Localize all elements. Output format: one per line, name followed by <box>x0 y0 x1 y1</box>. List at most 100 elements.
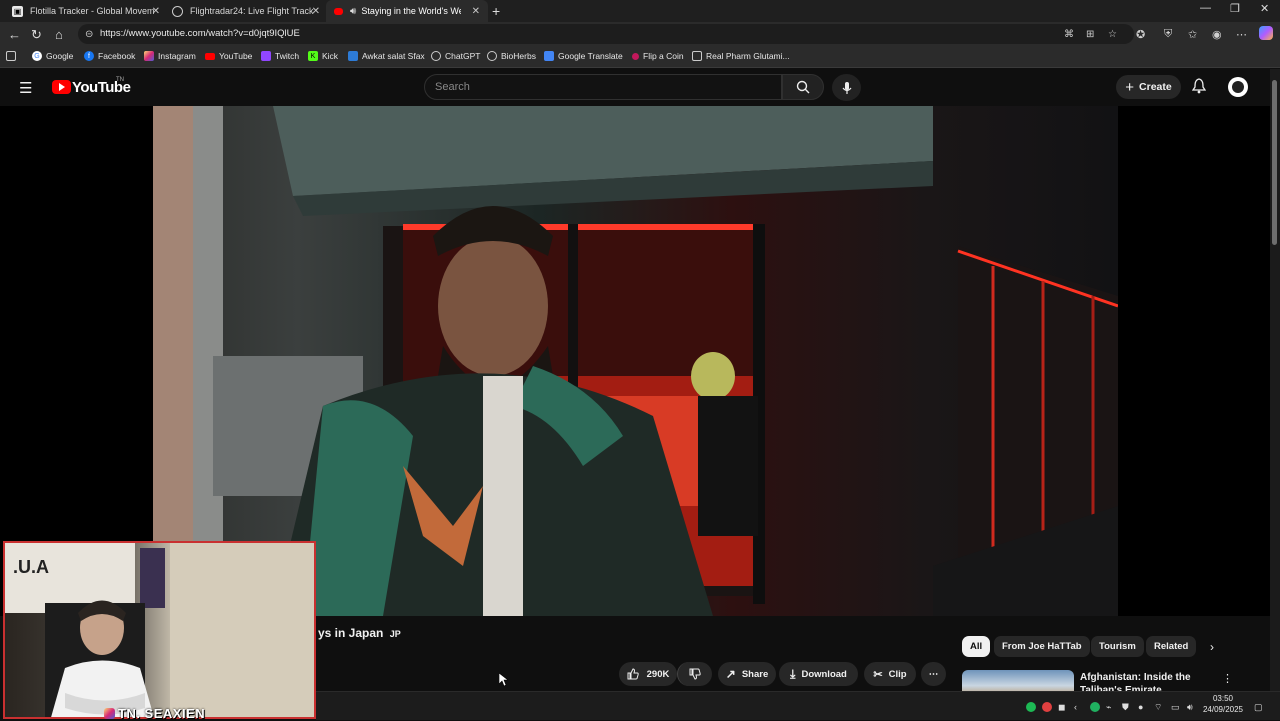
favorite-star-icon[interactable]: ☆ <box>1108 29 1117 40</box>
chip-all[interactable]: All <box>962 636 991 657</box>
collections-icon[interactable] <box>6 51 20 61</box>
tray-arrow-icon[interactable]: ‹ <box>1074 702 1077 712</box>
region-code: TN <box>116 77 124 83</box>
chip-tourism[interactable]: Tourism <box>1091 636 1144 657</box>
bookmark-label: BioHerbs <box>501 51 536 61</box>
bookmark-real-pharm[interactable]: Real Pharm Glutami... <box>692 51 790 61</box>
chevron-right-icon[interactable]: › <box>1210 640 1214 654</box>
favorites-icon[interactable]: ✩ <box>1188 28 1197 41</box>
bookmark-flip-a-coin[interactable]: Flip a Coin <box>632 51 684 61</box>
extensions-icon[interactable]: ✪ <box>1136 28 1145 41</box>
app-available-icon[interactable]: ⊞ <box>1086 29 1094 40</box>
create-label: Create <box>1139 81 1172 93</box>
close-tab-icon[interactable]: ✕ <box>152 6 160 17</box>
translate-icon[interactable]: ⌘ <box>1064 29 1074 40</box>
bookmark-twitch[interactable]: Twitch <box>261 51 299 61</box>
bookmark-label: Twitch <box>275 51 300 61</box>
bookmark-google[interactable]: G Google <box>32 51 73 61</box>
bookmark-youtube[interactable]: YouTube <box>205 51 252 61</box>
tab-flightradar[interactable]: Flightradar24: Live Flight Tracker ✕ <box>164 0 328 22</box>
bookmark-google-translate[interactable]: Google Translate <box>544 51 623 61</box>
tray-shield-icon[interactable]: ⛊ <box>1122 702 1129 713</box>
dislike-button[interactable] <box>677 662 712 686</box>
download-label: Download <box>801 668 847 680</box>
mouse-cursor-icon <box>499 673 508 687</box>
close-tab-icon[interactable]: ✕ <box>472 6 480 17</box>
recommendation-title[interactable]: Afghanistan: Inside the Taliban's Emirat… <box>1080 671 1220 693</box>
more-menu-icon[interactable]: ⋯ <box>1236 28 1247 41</box>
copilot-icon[interactable] <box>1259 26 1273 40</box>
spotify-icon[interactable] <box>1026 702 1036 712</box>
share-button[interactable]: ↗ Share <box>718 662 776 686</box>
bookmark-facebook[interactable]: f Facebook <box>84 51 135 61</box>
notifications-bell-icon[interactable] <box>1191 78 1207 97</box>
chip-related[interactable]: Related <box>1146 636 1197 657</box>
address-bar[interactable]: ⊝ https://www.youtube.com/watch?v=d0jqt9… <box>78 24 1134 44</box>
scrollbar-thumb[interactable] <box>1272 80 1277 245</box>
tray-game-icon[interactable]: ◼ <box>1058 702 1065 713</box>
site-info-icon[interactable]: ⊝ <box>85 29 93 40</box>
create-button[interactable]: + Create <box>1116 75 1181 99</box>
extension-shield-icon[interactable]: ⛨ <box>1164 28 1172 41</box>
like-button[interactable]: 290K <box>619 662 677 686</box>
bookmark-kick[interactable]: K Kick <box>308 51 338 61</box>
bookmark-instagram[interactable]: Instagram <box>144 51 196 61</box>
system-clock[interactable]: 03:50 24/09/2025 <box>1198 693 1248 715</box>
globe-icon <box>172 5 183 17</box>
bookmark-label: Flip a Coin <box>643 51 684 61</box>
bookmark-chatgpt[interactable]: ChatGPT <box>431 51 480 61</box>
tray-app-icon[interactable] <box>1042 702 1052 712</box>
notification-center-icon[interactable]: ▢ <box>1254 702 1263 713</box>
search-input[interactable]: Search <box>424 74 782 100</box>
share-arrow-icon: ↗ <box>725 667 736 681</box>
back-arrow-icon[interactable]: ← <box>8 27 21 42</box>
flag-label: JP <box>389 629 401 639</box>
profile-avatar-icon[interactable]: ◉ <box>1212 28 1222 41</box>
volume-icon[interactable]: 🔊︎ <box>1187 702 1193 713</box>
bookmark-label: Kick <box>322 51 339 61</box>
tab-label: Flotilla Tracker - Global Movement <box>30 6 154 16</box>
search-icon <box>796 80 810 94</box>
tray-mic-icon[interactable]: ● <box>1138 702 1143 712</box>
browser-toolbar: ← ↻ ⌂ ⊝ https://www.youtube.com/watch?v=… <box>0 22 1280 47</box>
reload-icon[interactable]: ↻ <box>31 27 42 43</box>
new-tab-plus-icon[interactable]: + <box>492 3 500 19</box>
google-icon: G <box>32 51 42 61</box>
maximize-icon[interactable]: ❐ <box>1230 2 1240 15</box>
svg-text:.U.A: .U.A <box>13 557 49 577</box>
video-player[interactable] <box>0 106 1270 616</box>
close-window-icon[interactable]: ✕ <box>1260 2 1269 15</box>
chip-from-channel[interactable]: From Joe HaTTab <box>994 636 1090 657</box>
tab-youtube-video[interactable]: 🔊︎ Staying in the World's Weirdest ✕ <box>326 0 488 22</box>
url-text[interactable]: https://www.youtube.com/watch?v=d0jqt9IQ… <box>100 28 300 39</box>
more-actions-button[interactable]: ⋯ <box>921 662 946 686</box>
video-frame[interactable] <box>153 106 1118 616</box>
voice-search-button[interactable] <box>832 74 861 101</box>
bookmarks-bar: G Google f Facebook Instagram YouTube Twit… <box>0 47 1280 68</box>
search-button[interactable] <box>782 74 824 100</box>
download-button[interactable]: ⤓ Download <box>779 662 858 686</box>
home-icon[interactable]: ⌂ <box>55 27 63 42</box>
search-placeholder: Search <box>435 81 470 93</box>
hamburger-menu-icon[interactable]: ☰ <box>19 79 32 97</box>
tab-flotilla-tracker[interactable]: ▣ Flotilla Tracker - Global Movement ✕ <box>4 0 168 22</box>
webcam-image: .U.A <box>5 543 314 717</box>
windows-taskbar: ◼ ‹ ⌁ ⛊ ● ⌔ ▭ 🔊︎ ▢ <box>316 691 1280 720</box>
network-icon[interactable]: ▭ <box>1171 702 1180 713</box>
more-vertical-icon[interactable]: ⋮ <box>1222 672 1233 685</box>
youtube-logo-icon[interactable] <box>52 80 71 94</box>
speaker-playing-icon[interactable]: 🔊︎ <box>350 6 356 17</box>
bookmark-bioherbs[interactable]: BioHerbs <box>487 51 536 61</box>
youtube-favicon-icon <box>334 7 343 15</box>
account-avatar-icon[interactable] <box>1228 77 1248 97</box>
wifi-icon[interactable]: ⌔ <box>1154 702 1162 713</box>
bookmark-awkat-salat[interactable]: Awkat salat Sfax <box>348 51 425 61</box>
clip-button[interactable]: ✂ Clip <box>864 662 916 686</box>
tray-bolt-icon[interactable]: ⌁ <box>1106 702 1111 713</box>
download-icon: ⤓ <box>790 666 796 681</box>
streamer-handle: TN. SEAXIEN <box>104 706 205 721</box>
minimize-icon[interactable]: — <box>1200 2 1211 14</box>
plus-icon: + <box>1125 78 1135 96</box>
tray-green-icon[interactable] <box>1090 702 1100 712</box>
close-tab-icon[interactable]: ✕ <box>312 6 320 17</box>
